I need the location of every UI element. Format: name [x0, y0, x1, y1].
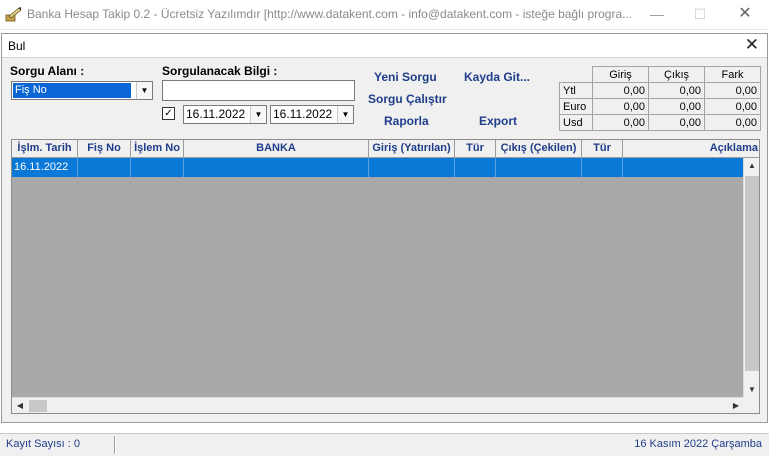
horizontal-scrollbar[interactable]: ◀ ▶	[12, 397, 744, 413]
find-dialog: Bul ✕ Sorgu Alanı : Fiş No ▼ Sorgulanaca…	[1, 33, 768, 423]
euro-giris: 0,00	[592, 98, 649, 115]
scroll-left-icon[interactable]: ◀	[12, 398, 28, 413]
window-title: Banka Hesap Takip 0.2 - Ücretsiz Yazılım…	[27, 7, 633, 21]
cell-banka[interactable]	[184, 158, 369, 177]
minimize-button[interactable]: —	[634, 0, 680, 30]
col-islem-no[interactable]: İşlem No	[131, 140, 184, 158]
chevron-down-icon[interactable]: ▼	[136, 82, 152, 99]
currency-totals-table: Giriş Çıkış Fark Ytl 0,00 0,00 0,00 Euro…	[559, 66, 761, 131]
close-window-button[interactable]: ✕	[722, 0, 768, 30]
window-titlebar: Banka Hesap Takip 0.2 - Ücretsiz Yazılım…	[0, 0, 769, 30]
date-from-value: 16.11.2022	[186, 107, 246, 121]
status-date: 16 Kasım 2022 Çarşamba	[634, 438, 762, 450]
record-count: Kayıt Sayısı : 0	[6, 438, 80, 450]
cell-cikis[interactable]	[496, 158, 582, 177]
new-query-button[interactable]: Yeni Sorgu	[374, 70, 437, 84]
date-filter-checkbox[interactable]: ✓	[162, 107, 175, 120]
dialog-titlebar: Bul ✕	[2, 34, 767, 58]
scroll-corner	[743, 397, 759, 413]
date-from-picker[interactable]: 16.11.2022 ▼	[183, 105, 267, 124]
scroll-down-icon[interactable]: ▼	[744, 382, 759, 398]
cell-giris[interactable]	[369, 158, 455, 177]
vertical-scroll-thumb[interactable]	[745, 176, 759, 371]
row-header-euro: Euro	[559, 98, 593, 115]
report-button[interactable]: Raporla	[384, 114, 429, 128]
usd-fark: 0,00	[704, 114, 761, 131]
col-header-cikis: Çıkış	[648, 66, 705, 83]
query-field-value: Fiş No	[13, 83, 131, 98]
row-header-ytl: Ytl	[559, 82, 593, 99]
query-field-select[interactable]: Fiş No ▼	[11, 81, 153, 100]
query-field-label: Sorgu Alanı :	[10, 64, 85, 78]
col-aciklama[interactable]: Açıklama	[623, 140, 759, 158]
cell-islem-no[interactable]	[131, 158, 184, 177]
ytl-fark: 0,00	[704, 82, 761, 99]
app-icon	[5, 7, 22, 22]
col-cikis[interactable]: Çıkış (Çekilen)	[496, 140, 582, 158]
table-row[interactable]: 16.11.2022	[12, 158, 744, 177]
horizontal-scroll-thumb[interactable]	[29, 400, 47, 412]
chevron-down-icon[interactable]: ▼	[337, 106, 353, 123]
run-query-button[interactable]: Sorgu Çalıştır	[368, 92, 447, 106]
dialog-close-button[interactable]: ✕	[745, 35, 759, 55]
query-info-label: Sorgulanacak Bilgi :	[162, 64, 278, 78]
cell-tur-1[interactable]	[455, 158, 496, 177]
euro-fark: 0,00	[704, 98, 761, 115]
cell-islem-tarih[interactable]: 16.11.2022	[12, 158, 78, 177]
cell-fis-no[interactable]	[78, 158, 131, 177]
euro-cikis: 0,00	[648, 98, 705, 115]
col-fis-no[interactable]: Fiş No	[78, 140, 131, 158]
usd-giris: 0,00	[592, 114, 649, 131]
cell-aciklama[interactable]	[623, 158, 744, 177]
grid-header: İşlm. Tarih Fiş No İşlem No BANKA Giriş …	[12, 140, 759, 158]
scroll-right-icon[interactable]: ▶	[728, 398, 744, 413]
scroll-up-icon[interactable]: ▲	[744, 158, 759, 174]
results-grid[interactable]: İşlm. Tarih Fiş No İşlem No BANKA Giriş …	[11, 139, 760, 414]
row-header-usd: Usd	[559, 114, 593, 131]
cell-tur-2[interactable]	[582, 158, 623, 177]
query-info-input[interactable]	[162, 80, 355, 101]
table-corner	[559, 66, 593, 83]
col-header-fark: Fark	[704, 66, 761, 83]
col-header-giris: Giriş	[592, 66, 649, 83]
col-tur-1[interactable]: Tür	[455, 140, 496, 158]
dialog-title: Bul	[8, 39, 26, 53]
usd-cikis: 0,00	[648, 114, 705, 131]
status-bar: Kayıt Sayısı : 0 16 Kasım 2022 Çarşamba	[0, 433, 769, 456]
col-tur-2[interactable]: Tür	[582, 140, 623, 158]
date-to-picker[interactable]: 16.11.2022 ▼	[270, 105, 354, 124]
col-giris[interactable]: Giriş (Yatırılan)	[369, 140, 455, 158]
date-to-value: 16.11.2022	[273, 107, 333, 121]
col-banka[interactable]: BANKA	[184, 140, 369, 158]
status-divider	[114, 436, 116, 454]
ytl-cikis: 0,00	[648, 82, 705, 99]
chevron-down-icon[interactable]: ▼	[250, 106, 266, 123]
vertical-scrollbar[interactable]: ▲ ▼	[743, 158, 759, 398]
goto-record-button[interactable]: Kayda Git...	[464, 70, 530, 84]
col-islem-tarih[interactable]: İşlm. Tarih	[12, 140, 78, 158]
export-button[interactable]: Export	[479, 114, 517, 128]
maximize-button[interactable]: ☐	[677, 0, 723, 30]
ytl-giris: 0,00	[592, 82, 649, 99]
